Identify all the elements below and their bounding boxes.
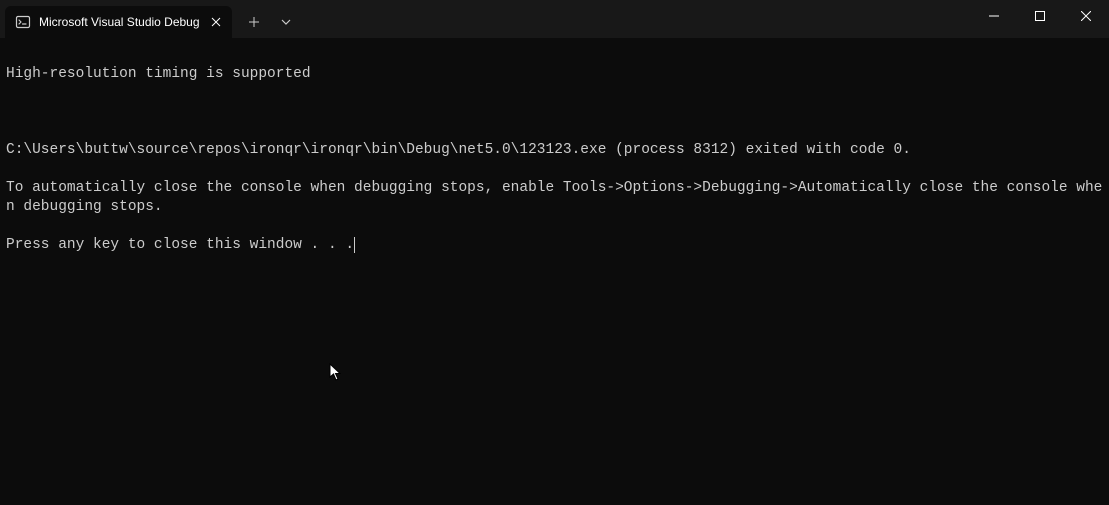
blank-line — [6, 103, 1103, 122]
maximize-button[interactable] — [1017, 0, 1063, 32]
active-tab[interactable]: Microsoft Visual Studio Debug — [5, 6, 232, 38]
tab-actions — [238, 6, 302, 38]
console-line: Press any key to close this window . . . — [6, 237, 355, 253]
console-text: Press any key to close this window . . . — [6, 237, 354, 253]
terminal-icon — [15, 14, 31, 30]
titlebar: Microsoft Visual Studio Debug — [0, 0, 1109, 38]
text-cursor — [354, 237, 355, 253]
console-line: To automatically close the console when … — [6, 179, 1103, 217]
console-line: C:\Users\buttw\source\repos\ironqr\ironq… — [6, 141, 1103, 160]
tab-dropdown-button[interactable] — [270, 6, 302, 38]
tab-close-button[interactable] — [208, 14, 224, 30]
minimize-button[interactable] — [971, 0, 1017, 32]
mouse-cursor-icon — [329, 363, 343, 386]
console-output[interactable]: High-resolution timing is supported C:\U… — [0, 38, 1109, 263]
close-button[interactable] — [1063, 0, 1109, 32]
tab-strip: Microsoft Visual Studio Debug — [0, 0, 302, 38]
window-controls — [971, 0, 1109, 32]
new-tab-button[interactable] — [238, 6, 270, 38]
console-line: High-resolution timing is supported — [6, 65, 1103, 84]
tab-title: Microsoft Visual Studio Debug — [39, 15, 200, 29]
